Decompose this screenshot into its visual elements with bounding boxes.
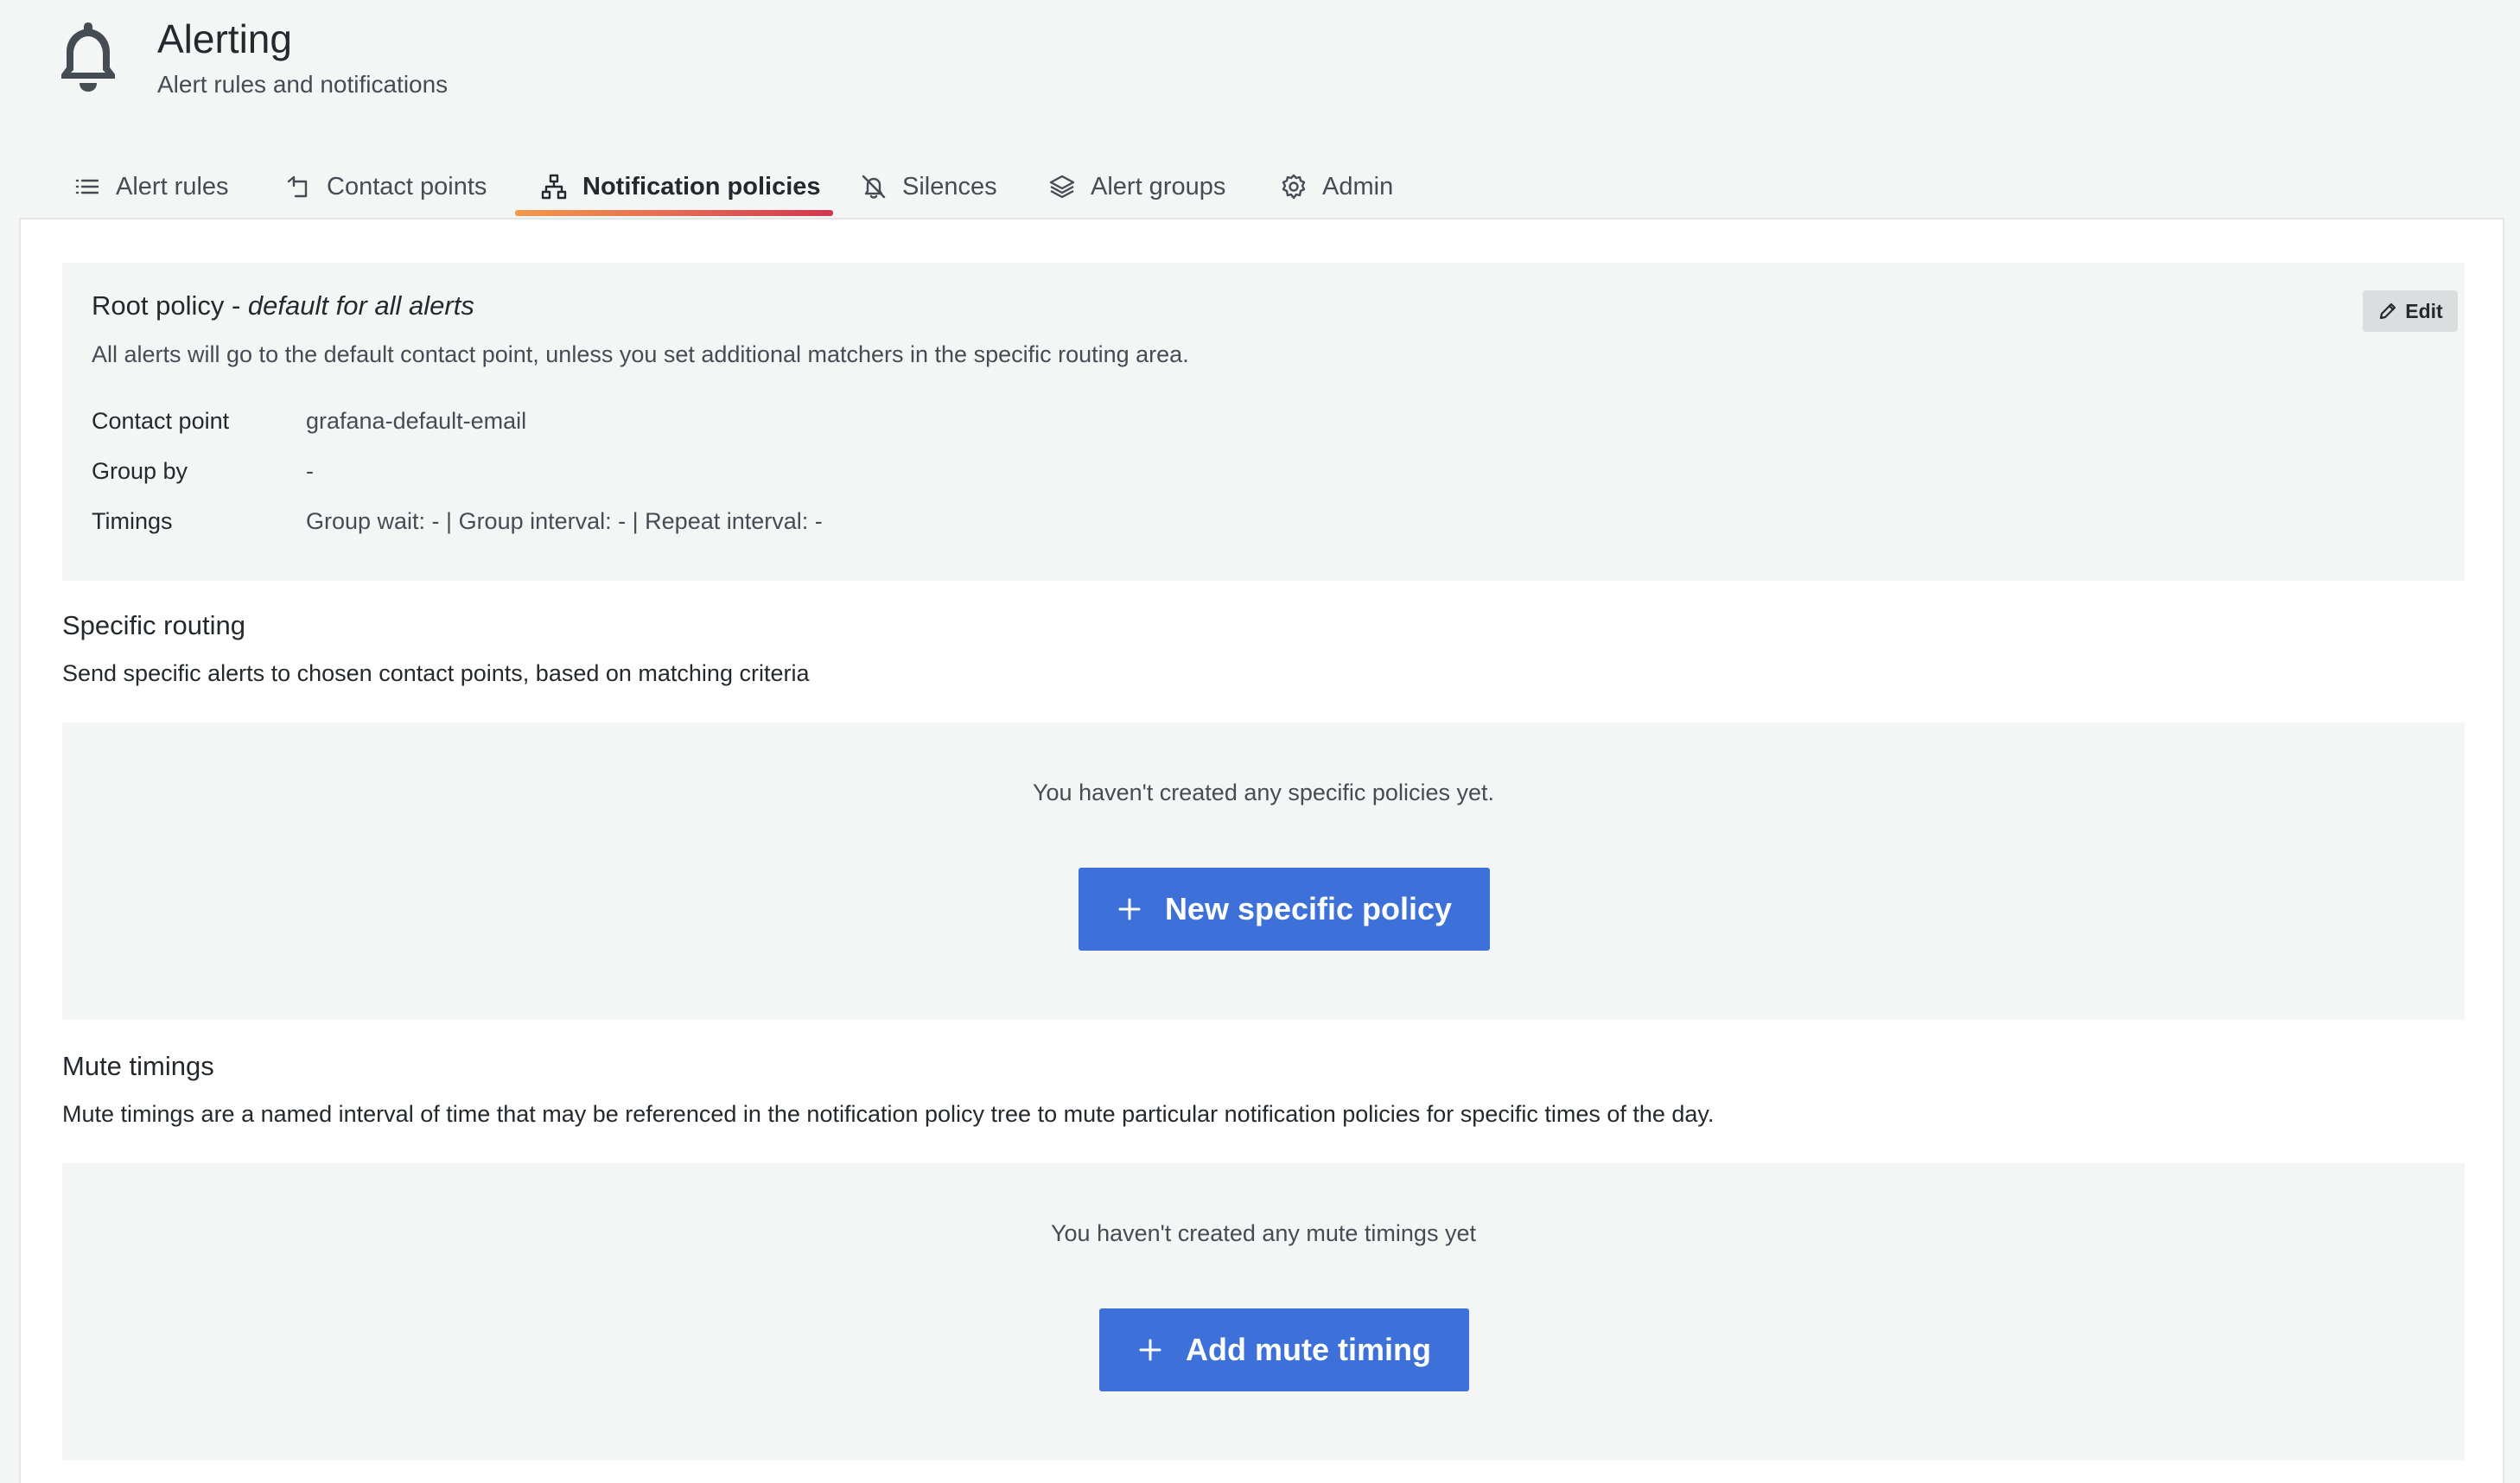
page-header: Alerting Alert rules and notifications <box>0 0 2520 138</box>
tab-label: Alert groups <box>1091 172 1226 200</box>
new-specific-policy-button[interactable]: New specific policy <box>1079 868 1490 951</box>
row-value: grafana-default-email <box>306 408 527 434</box>
list-icon <box>75 179 99 194</box>
mute-timings-empty-state: You haven't created any mute timings yet… <box>62 1163 2465 1461</box>
row-value: - <box>306 458 314 484</box>
active-tab-indicator <box>515 210 833 216</box>
contact-icon <box>287 175 308 198</box>
tab-contact-points[interactable]: Contact points <box>285 161 487 213</box>
cog-icon <box>1282 174 1306 200</box>
mute-timings-empty-text: You haven't created any mute timings yet <box>1051 1220 1476 1246</box>
specific-routing-empty-state: You haven't created any specific policie… <box>62 722 2465 1020</box>
tab-label: Silences <box>902 172 997 200</box>
tab-silences[interactable]: Silences <box>861 161 997 213</box>
layers-icon <box>1049 175 1075 199</box>
plus-icon <box>1139 1339 1161 1361</box>
plus-icon <box>1118 898 1141 920</box>
add-mute-timing-button[interactable]: Add mute timing <box>1099 1308 1469 1391</box>
row-key: Contact point <box>92 408 230 434</box>
tab-label: Alert rules <box>116 172 229 200</box>
mute-timings-description: Mute timings are a named interval of tim… <box>62 1101 1715 1127</box>
button-label: Add mute timing <box>1186 1332 1431 1367</box>
tab-label: Notification policies <box>582 172 821 200</box>
root-policy-title-emphasis: default for all alerts <box>247 290 474 321</box>
content-panel: Root policy - default for all alerts All… <box>19 218 2504 1483</box>
edit-button[interactable]: Edit <box>2363 290 2458 332</box>
tab-alert-rules[interactable]: Alert rules <box>74 161 229 213</box>
tab-label: Admin <box>1322 172 1394 200</box>
row-key: Timings <box>92 508 173 534</box>
specific-routing-description: Send specific alerts to chosen contact p… <box>62 660 810 686</box>
bell-slash-icon <box>862 175 886 199</box>
tab-label: Contact points <box>327 172 487 200</box>
page-subtitle: Alert rules and notifications <box>157 71 449 98</box>
tab-alert-groups[interactable]: Alert groups <box>1049 161 1225 213</box>
specific-routing-title: Specific routing <box>62 610 245 640</box>
pencil-icon <box>2380 302 2396 320</box>
specific-routing-empty-text: You haven't created any specific policie… <box>1033 780 1494 805</box>
row-value: Group wait: - | Group interval: - | Repe… <box>306 508 823 534</box>
root-policy-title-prefix: Root policy - <box>92 290 248 321</box>
tab-notification-policies[interactable]: Notification policies <box>541 161 821 213</box>
page-title: Alerting <box>157 16 292 61</box>
root-policy-title: Root policy - default for all alerts <box>92 290 474 321</box>
sitemap-icon <box>541 174 567 200</box>
tab-admin[interactable]: Admin <box>1281 161 1393 213</box>
mute-timings-title: Mute timings <box>62 1051 214 1081</box>
edit-label: Edit <box>2405 299 2443 322</box>
bell-icon <box>61 22 115 92</box>
root-policy-card: Root policy - default for all alerts All… <box>62 263 2465 581</box>
row-key: Group by <box>92 458 188 484</box>
button-label: New specific policy <box>1164 891 1453 926</box>
root-policy-description: All alerts will go to the default contac… <box>92 341 1189 367</box>
